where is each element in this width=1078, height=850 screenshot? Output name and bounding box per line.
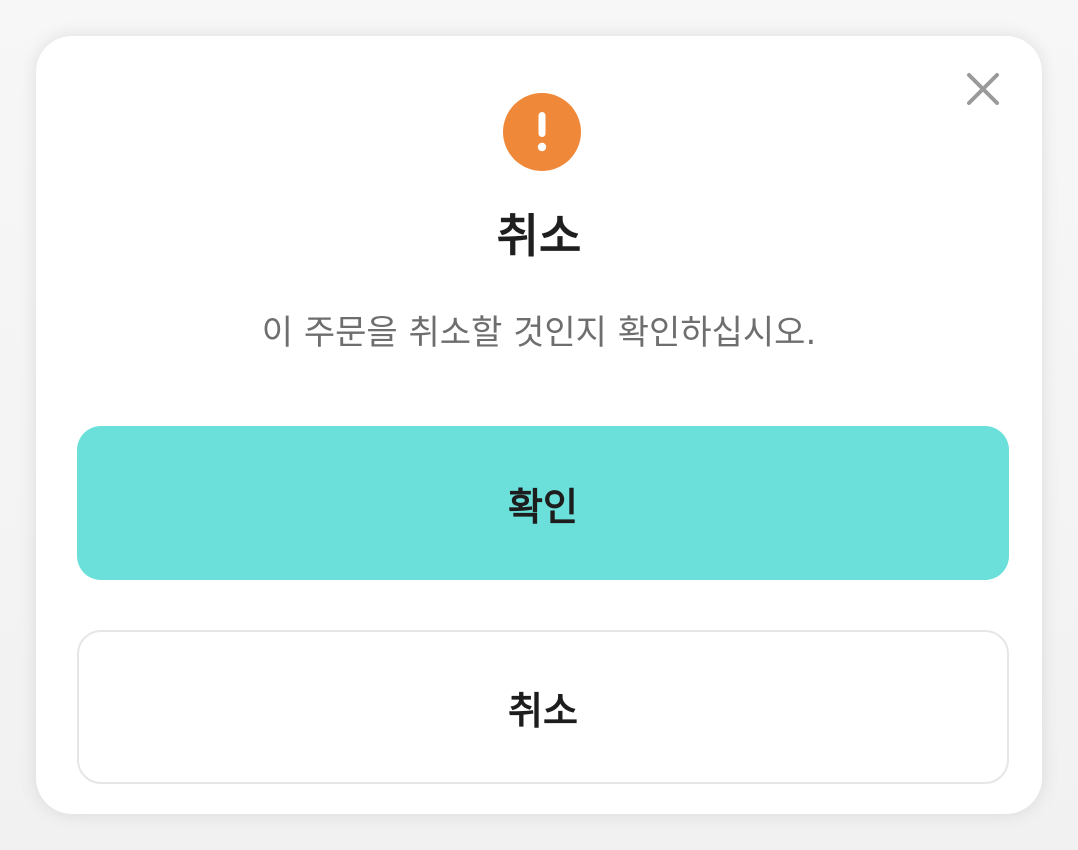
cancel-button[interactable]: 취소 bbox=[77, 630, 1009, 784]
dialog-title: 취소 bbox=[496, 209, 582, 263]
confirm-button[interactable]: 확인 bbox=[77, 426, 1009, 580]
close-icon bbox=[967, 73, 999, 105]
screen-background: 취소 이 주문을 취소할 것인지 확인하십시오. 확인 취소 bbox=[0, 0, 1078, 850]
confirm-button-label: 확인 bbox=[508, 484, 578, 529]
warning-icon bbox=[503, 93, 581, 171]
cancel-order-dialog: 취소 이 주문을 취소할 것인지 확인하십시오. 확인 취소 bbox=[36, 36, 1042, 814]
close-button[interactable] bbox=[964, 70, 1002, 108]
cancel-button-label: 취소 bbox=[508, 688, 578, 733]
dialog-message: 이 주문을 취소할 것인지 확인하십시오. bbox=[261, 313, 817, 353]
